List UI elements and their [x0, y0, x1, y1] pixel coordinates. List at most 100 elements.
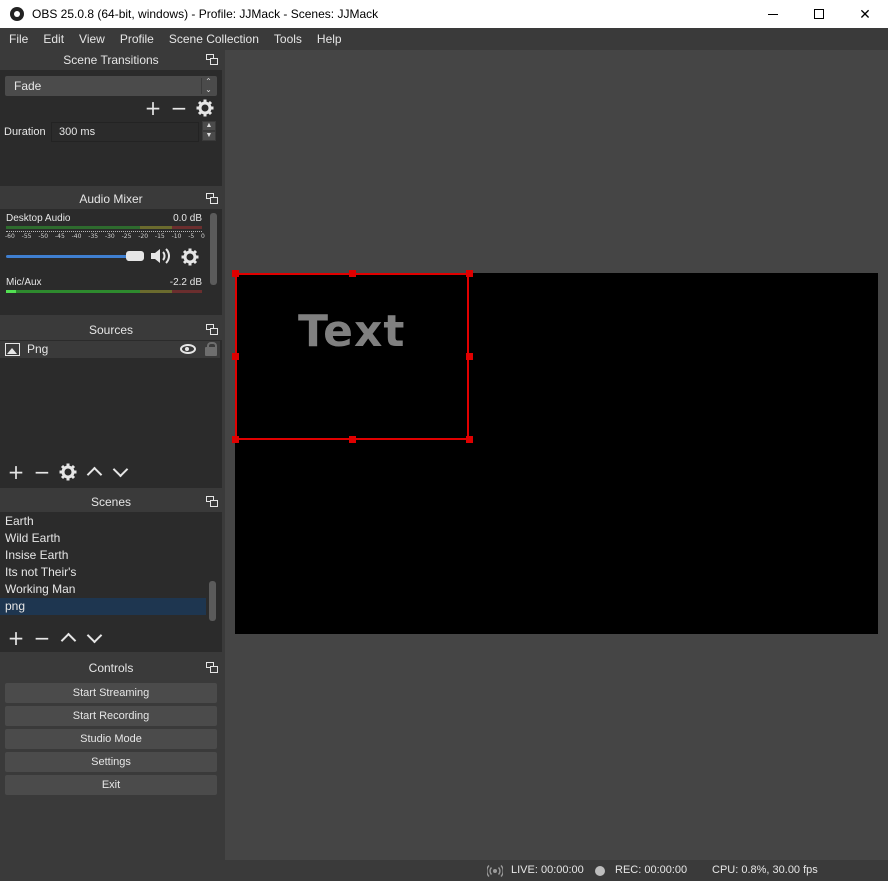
resize-handle-top-left[interactable]: [232, 270, 239, 277]
channel-db: -2.2 dB: [169, 277, 202, 288]
minimize-icon: [768, 13, 778, 15]
tick-label: 0: [201, 233, 205, 240]
meter-ticks: [6, 229, 202, 232]
minimize-button[interactable]: [750, 0, 796, 28]
tick-label: -20: [138, 233, 149, 240]
tick-label: -10: [171, 233, 182, 240]
source-properties-button[interactable]: [55, 462, 81, 482]
rec-status: REC: 00:00:00: [615, 864, 688, 876]
start-recording-button[interactable]: Start Recording: [5, 706, 217, 726]
scrollbar-thumb[interactable]: [209, 581, 216, 621]
meter-level: [6, 290, 16, 293]
lock-icon[interactable]: [205, 342, 217, 356]
scenes-scrollbar[interactable]: [208, 513, 218, 625]
volume-slider[interactable]: [6, 255, 142, 258]
tick-label: -40: [71, 233, 82, 240]
dock-title: Sources: [88, 323, 134, 337]
tick-label: -45: [54, 233, 65, 240]
resize-handle-bottom-right[interactable]: [466, 436, 473, 443]
speaker-icon[interactable]: [149, 247, 173, 265]
scenes-dock: Scenes Earth Wild Earth Insise Earth Its…: [0, 492, 222, 652]
selected-source-bounds[interactable]: [235, 273, 469, 440]
resize-handle-right[interactable]: [466, 353, 473, 360]
tick-label: -50: [38, 233, 49, 240]
menu-profile[interactable]: Profile: [111, 28, 160, 50]
channel-name: Desktop Audio: [6, 213, 71, 224]
scene-item-selected[interactable]: png: [0, 598, 206, 615]
obs-logo-icon: [10, 7, 24, 21]
maximize-button[interactable]: [796, 0, 842, 28]
menu-tools[interactable]: Tools: [265, 28, 308, 50]
start-streaming-button[interactable]: Start Streaming: [5, 683, 217, 703]
move-scene-up-button[interactable]: [55, 628, 81, 648]
transition-select[interactable]: Fade ⌃ ⌄: [5, 76, 217, 96]
scene-item[interactable]: Its not Their's: [0, 564, 206, 581]
studio-mode-button[interactable]: Studio Mode: [5, 729, 217, 749]
menu-view[interactable]: View: [70, 28, 111, 50]
transition-properties-button[interactable]: [192, 98, 218, 118]
menu-file[interactable]: File: [0, 28, 34, 50]
gear-icon[interactable]: [181, 248, 199, 266]
tick-label: -60: [5, 233, 15, 240]
menu-help[interactable]: Help: [308, 28, 348, 50]
resize-handle-top[interactable]: [349, 270, 356, 277]
resize-handle-left[interactable]: [232, 353, 239, 360]
scene-item[interactable]: Insise Earth: [0, 547, 206, 564]
duration-stepper[interactable]: ▲ ▼: [202, 121, 216, 141]
undock-icon[interactable]: [206, 662, 218, 673]
channel-db: 0.0 dB: [173, 213, 202, 224]
resize-handle-top-right[interactable]: [466, 270, 473, 277]
exit-button[interactable]: Exit: [5, 775, 217, 795]
source-item-png[interactable]: Png: [0, 341, 220, 358]
dock-title: Audio Mixer: [79, 192, 143, 206]
undock-icon[interactable]: [206, 324, 218, 335]
tick-label: -55: [21, 233, 32, 240]
resize-handle-bottom-left[interactable]: [232, 436, 239, 443]
add-scene-button[interactable]: +: [3, 628, 29, 648]
move-scene-down-button[interactable]: [81, 628, 107, 648]
scene-transitions-dock: Scene Transitions Fade ⌃ ⌄ + − Duration 3…: [0, 50, 222, 186]
duration-input[interactable]: 300 ms: [51, 122, 199, 142]
undock-icon[interactable]: [206, 54, 218, 65]
scrollbar-thumb[interactable]: [210, 213, 217, 285]
undock-icon[interactable]: [206, 193, 218, 204]
move-source-down-button[interactable]: [107, 462, 133, 482]
eye-icon[interactable]: [180, 344, 196, 354]
remove-transition-button[interactable]: −: [166, 98, 192, 118]
dock-title: Scenes: [90, 495, 132, 509]
remove-source-button[interactable]: −: [29, 462, 55, 482]
move-source-up-button[interactable]: [81, 462, 107, 482]
add-transition-button[interactable]: +: [140, 98, 166, 118]
scene-item[interactable]: Working Man: [0, 581, 206, 598]
stepper-down-icon[interactable]: ▼: [202, 131, 216, 141]
undock-icon[interactable]: [206, 496, 218, 507]
maximize-icon: [814, 9, 824, 19]
scene-item[interactable]: Wild Earth: [0, 530, 206, 547]
dock-title: Controls: [88, 661, 134, 675]
sources-dock: Sources Png + −: [0, 320, 222, 488]
volume-slider-handle[interactable]: [126, 251, 144, 261]
source-name: Png: [27, 342, 49, 356]
dock-header: Sources: [0, 320, 222, 340]
tick-label: -25: [121, 233, 132, 240]
menu-edit[interactable]: Edit: [34, 28, 70, 50]
stepper-up-icon[interactable]: ▲: [202, 121, 216, 131]
meter-scale: -60 -55 -50 -45 -40 -35 -30 -25 -20 -15 -10 -5 0: [5, 233, 205, 245]
close-button[interactable]: ✕: [842, 0, 888, 28]
menu-scene-collection[interactable]: Scene Collection: [160, 28, 265, 50]
chevron-updown-icon: ⌃ ⌄: [201, 78, 215, 94]
resize-handle-bottom[interactable]: [349, 436, 356, 443]
gear-icon: [59, 463, 77, 481]
mixer-scrollbar[interactable]: [209, 209, 219, 293]
tick-label: -30: [104, 233, 115, 240]
controls-dock: Controls Start Streaming Start Recording…: [0, 658, 222, 856]
add-source-button[interactable]: +: [3, 462, 29, 482]
scene-item[interactable]: Earth: [0, 513, 206, 530]
tick-label: -35: [88, 233, 99, 240]
image-icon: [5, 343, 20, 356]
settings-button[interactable]: Settings: [5, 752, 217, 772]
scenes-toolbar: + −: [3, 628, 107, 648]
dock-header: Controls: [0, 658, 222, 678]
remove-scene-button[interactable]: −: [29, 628, 55, 648]
preview-canvas[interactable]: Text: [232, 270, 878, 634]
